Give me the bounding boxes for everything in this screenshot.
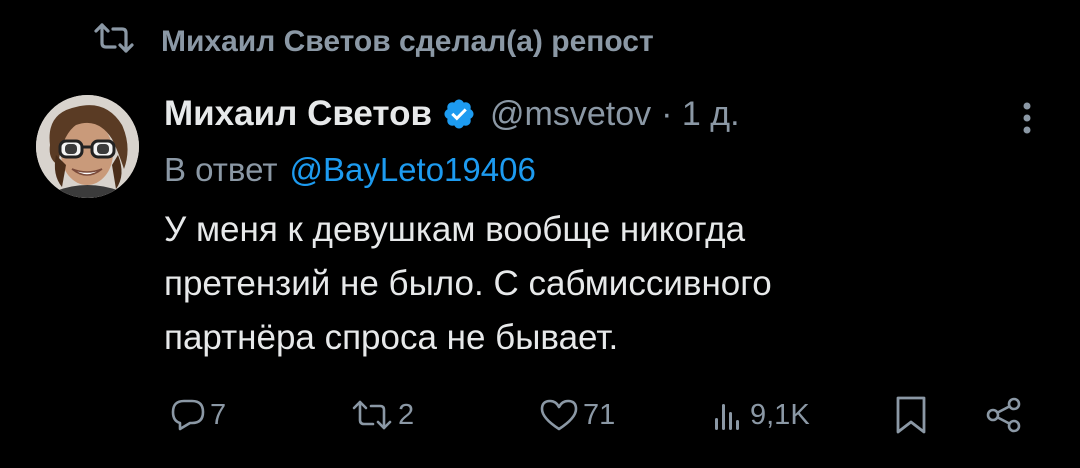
- reply-context: В ответ @BayLeto19406: [164, 146, 536, 194]
- share-button[interactable]: [984, 390, 1024, 440]
- author-name[interactable]: Михаил Светов: [164, 94, 432, 134]
- like-count: 71: [583, 398, 616, 431]
- tweet-text-line: партнёра спроса не бывает.: [164, 318, 619, 357]
- bookmark-button[interactable]: [894, 390, 928, 440]
- views-count: 9,1K: [750, 398, 810, 431]
- repost-indicator-text: Михаил Светов сделал(а) репост: [161, 25, 654, 58]
- repost-indicator[interactable]: Михаил Светов сделал(а) репост: [93, 22, 654, 62]
- share-icon: [984, 395, 1024, 435]
- reply-mention-link[interactable]: @BayLeto19406: [289, 151, 535, 189]
- tweet-header: Михаил Светов @msvetov · 1 д.: [164, 88, 740, 140]
- reply-icon: [170, 398, 206, 432]
- avatar[interactable]: [36, 95, 139, 198]
- tweet-actions: 7 2 71 9,1K: [164, 390, 1034, 440]
- tweet-text: У меня к девушкам вообще никогда претенз…: [164, 203, 1024, 365]
- tweet-text-line: претензий не было. С сабмиссивного: [164, 264, 772, 303]
- views-button[interactable]: 9,1K: [714, 390, 810, 440]
- like-button[interactable]: 71: [539, 390, 615, 440]
- verified-badge-icon[interactable]: [442, 97, 476, 131]
- tweet-timestamp[interactable]: · 1 д.: [661, 95, 739, 134]
- repost-icon: [93, 22, 135, 62]
- reply-count: 7: [210, 398, 227, 431]
- views-icon: [714, 398, 740, 432]
- reply-button[interactable]: 7: [170, 390, 226, 440]
- repost-icon: [350, 399, 394, 431]
- repost-button[interactable]: 2: [350, 390, 414, 440]
- tweet-text-line: У меня к девушкам вообще никогда: [164, 210, 746, 249]
- heart-icon: [539, 398, 579, 432]
- reply-prefix: В ответ: [164, 151, 278, 188]
- repost-count: 2: [398, 398, 415, 431]
- bookmark-icon: [894, 395, 928, 435]
- more-options-icon[interactable]: [1010, 98, 1044, 138]
- author-handle[interactable]: @msvetov: [490, 95, 651, 134]
